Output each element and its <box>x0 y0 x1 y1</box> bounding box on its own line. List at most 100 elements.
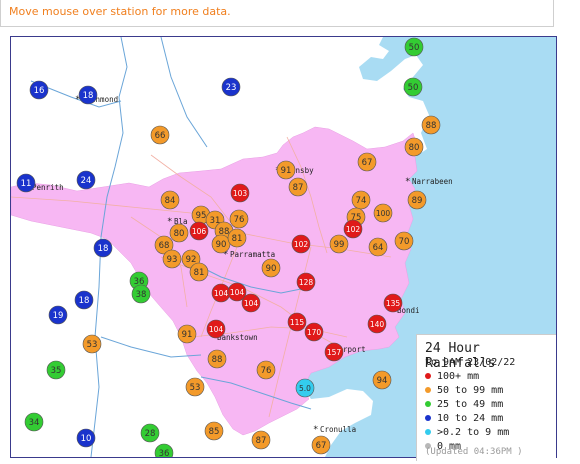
station-marker[interactable]: 115 <box>287 312 307 332</box>
station-marker[interactable]: 19 <box>48 305 68 325</box>
station-value: 95 <box>196 211 207 221</box>
legend-panel: 24 Hour Rainfalls to 9AM 23/02/22 100+ m… <box>416 334 556 461</box>
station-marker[interactable]: 91 <box>276 160 296 180</box>
station-value: 18 <box>83 91 94 101</box>
station-value: 84 <box>165 196 176 206</box>
station-marker[interactable]: 104 <box>211 283 231 303</box>
station-marker[interactable]: 103 <box>230 183 250 203</box>
station-value: 67 <box>316 441 327 451</box>
station-value: 10 <box>81 434 92 444</box>
legend-item: 25 to 49 mm <box>425 399 503 410</box>
station-marker[interactable]: 140 <box>367 314 387 334</box>
station-value: 70 <box>399 237 410 247</box>
station-marker[interactable]: 84 <box>160 190 180 210</box>
station-marker[interactable]: 157 <box>324 342 344 362</box>
legend-label: >0.2 to 9 mm <box>437 427 510 438</box>
station-marker[interactable]: 102 <box>291 234 311 254</box>
station-marker[interactable]: 24 <box>76 170 96 190</box>
legend-label: 25 to 49 mm <box>437 399 504 410</box>
station-marker[interactable]: 89 <box>407 190 427 210</box>
station-marker[interactable]: 18 <box>93 238 113 258</box>
station-value: 50 <box>408 83 419 93</box>
station-marker[interactable]: 18 <box>74 290 94 310</box>
station-value: 80 <box>174 229 185 239</box>
station-value: 89 <box>412 196 423 206</box>
station-value: 53 <box>190 383 201 393</box>
station-marker[interactable]: 100 <box>373 203 393 223</box>
station-value: 115 <box>290 318 305 327</box>
station-marker[interactable]: 104 <box>206 319 226 339</box>
station-value: 76 <box>234 215 245 225</box>
station-marker[interactable]: 50 <box>403 77 423 97</box>
station-marker[interactable]: 74 <box>351 190 371 210</box>
legend-item: 50 to 99 mm <box>425 385 503 396</box>
station-marker[interactable]: 64 <box>368 237 388 257</box>
station-marker[interactable]: 106 <box>189 221 209 241</box>
station-marker[interactable]: 34 <box>24 412 44 432</box>
station-marker[interactable]: 88 <box>207 349 227 369</box>
station-marker[interactable]: 90 <box>211 234 231 254</box>
station-marker[interactable]: 85 <box>204 421 224 441</box>
station-marker[interactable]: 128 <box>296 272 316 292</box>
legend-swatch-orange <box>425 387 431 393</box>
station-value: 80 <box>409 143 420 153</box>
station-marker[interactable]: 36 <box>154 443 174 457</box>
station-marker[interactable]: 135 <box>383 293 403 313</box>
station-marker[interactable]: 99 <box>329 234 349 254</box>
station-value: 88 <box>426 121 437 131</box>
station-value: 19 <box>53 311 64 321</box>
station-marker[interactable]: 50 <box>404 37 424 57</box>
station-value: 38 <box>136 290 147 300</box>
hover-hint: Move mouse over station for more data. <box>9 5 231 18</box>
station-marker[interactable]: 81 <box>227 228 247 248</box>
station-marker[interactable]: 53 <box>185 377 205 397</box>
station-marker[interactable]: 18 <box>78 85 98 105</box>
station-value: 100 <box>376 209 391 218</box>
station-value: 81 <box>232 234 243 244</box>
station-marker[interactable]: 67 <box>357 152 377 172</box>
station-marker[interactable]: 10 <box>76 428 96 448</box>
town-marker-icon: * <box>405 177 410 187</box>
station-value: 102 <box>294 240 309 249</box>
station-marker[interactable]: 11 <box>16 173 36 193</box>
station-value: 103 <box>233 189 248 198</box>
station-value: 140 <box>370 320 385 329</box>
station-marker[interactable]: 70 <box>394 231 414 251</box>
station-value: 104 <box>209 325 224 334</box>
station-marker[interactable]: 35 <box>46 360 66 380</box>
station-value: 170 <box>307 328 322 337</box>
legend-swatch-red <box>425 373 431 379</box>
station-value: 87 <box>293 183 304 193</box>
station-marker[interactable]: 38 <box>131 284 151 304</box>
station-value: 93 <box>167 255 178 265</box>
station-marker[interactable]: 81 <box>189 262 209 282</box>
station-marker[interactable]: 53 <box>82 334 102 354</box>
station-value: 85 <box>209 427 220 437</box>
station-marker[interactable]: 66 <box>150 125 170 145</box>
station-marker[interactable]: 23 <box>221 77 241 97</box>
station-marker[interactable]: 76 <box>229 209 249 229</box>
station-marker[interactable]: 170 <box>304 322 324 342</box>
station-marker[interactable]: 87 <box>251 430 271 450</box>
station-marker[interactable]: 28 <box>140 423 160 443</box>
station-marker[interactable]: 87 <box>288 177 308 197</box>
legend-item: >0.2 to 9 mm <box>425 427 509 438</box>
station-value: 157 <box>327 348 342 357</box>
station-marker[interactable]: 94 <box>372 370 392 390</box>
town-label: Parramatta <box>230 250 275 259</box>
station-value: 128 <box>299 278 314 287</box>
station-marker[interactable]: 104 <box>241 293 261 313</box>
station-marker[interactable]: 91 <box>177 324 197 344</box>
station-marker[interactable]: 16 <box>29 80 49 100</box>
station-marker[interactable]: 102 <box>343 219 363 239</box>
station-marker[interactable]: 80 <box>169 223 189 243</box>
station-value: 87 <box>256 436 267 446</box>
station-marker[interactable]: 5.0 <box>295 378 315 398</box>
station-marker[interactable]: 93 <box>162 249 182 269</box>
station-marker[interactable]: 88 <box>421 115 441 135</box>
station-marker[interactable]: 80 <box>404 137 424 157</box>
station-marker[interactable]: 67 <box>311 435 331 455</box>
station-value: 106 <box>192 227 207 236</box>
station-marker[interactable]: 76 <box>256 360 276 380</box>
station-marker[interactable]: 90 <box>261 258 281 278</box>
